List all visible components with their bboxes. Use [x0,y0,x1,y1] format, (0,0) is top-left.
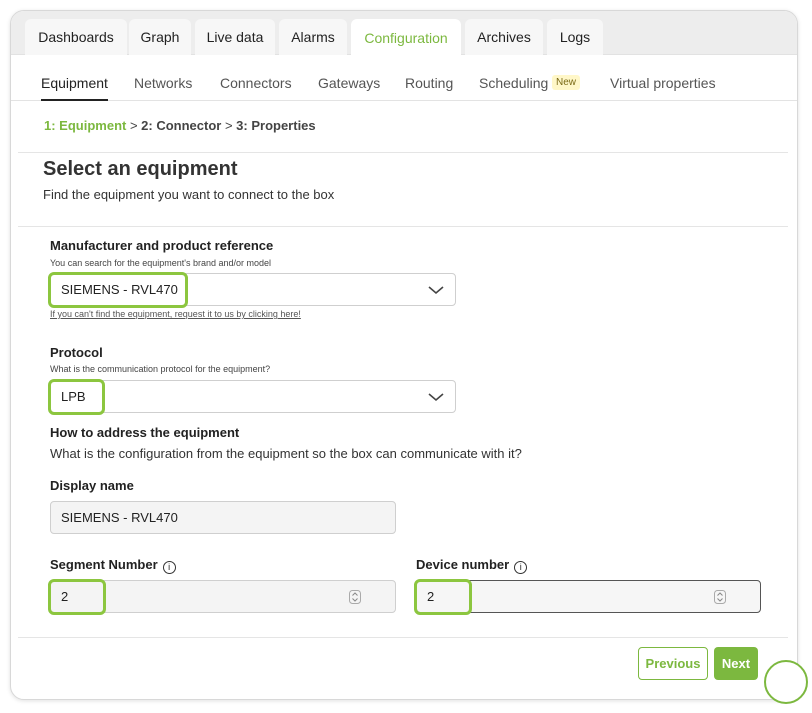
step-separator: > [126,118,142,133]
segment-number-label: Segment Number i [50,557,176,574]
segment-number-label-text: Segment Number [50,557,158,572]
previous-button[interactable]: Previous [638,647,708,680]
main-tab-bar: Dashboards Graph Live data Alarms Config… [11,11,797,56]
protocol-label: Protocol [50,345,103,360]
tab-graph[interactable]: Graph [129,19,191,55]
subnav-virtual-properties[interactable]: Virtual properties [610,75,716,91]
config-subnav: Equipment Networks Connectors Gateways R… [11,55,797,101]
divider [18,226,788,227]
step-equipment: 1: Equipment [44,118,127,133]
page-subtitle: Find the equipment you want to connect t… [43,187,335,202]
device-number-label: Device number i [416,557,528,574]
manufacturer-label: Manufacturer and product reference [50,238,274,253]
step-properties: 3: Properties [236,118,316,133]
chevron-down-icon [428,285,444,294]
wizard-steps: 1: Equipment > 2: Connector > 3: Propert… [44,118,316,133]
divider [18,637,788,638]
segment-number-input[interactable]: 2 [50,580,396,613]
info-icon[interactable]: i [162,561,176,574]
addressing-title: How to address the equipment [50,425,240,440]
step-separator: > [221,118,237,133]
tab-archives[interactable]: Archives [465,19,543,55]
device-number-input[interactable]: 2 [416,580,761,613]
stepper-icon[interactable] [349,589,361,604]
display-name-label: Display name [50,478,134,493]
stepper-icon[interactable] [714,589,726,604]
manufacturer-value: SIEMENS - RVL470 [61,282,178,297]
subnav-routing[interactable]: Routing [405,75,453,91]
tab-dashboards[interactable]: Dashboards [25,19,127,55]
page-title: Select an equipment [43,158,238,180]
tab-logs[interactable]: Logs [547,19,603,55]
subnav-scheduling[interactable]: Scheduling [479,75,548,91]
tab-alarms[interactable]: Alarms [279,19,347,55]
subnav-equipment[interactable]: Equipment [41,75,108,101]
next-button[interactable]: Next [714,647,758,680]
subnav-networks[interactable]: Networks [134,75,192,91]
protocol-hint: What is the communication protocol for t… [50,364,271,374]
divider [18,152,788,153]
request-equipment-link[interactable]: If you can't find the equipment, request… [50,309,301,319]
new-badge: New [552,75,581,90]
chat-bubble-icon[interactable] [764,660,808,704]
addressing-subtitle: What is the configuration from the equip… [50,446,522,461]
step-connector: 2: Connector [141,118,222,133]
info-icon[interactable]: i [514,561,528,574]
display-name-value: SIEMENS - RVL470 [61,510,178,525]
manufacturer-select[interactable]: SIEMENS - RVL470 [50,273,456,306]
subnav-gateways[interactable]: Gateways [318,75,380,91]
tab-live-data[interactable]: Live data [195,19,275,55]
manufacturer-hint: You can search for the equipment's brand… [50,258,272,268]
protocol-value: LPB [61,389,86,404]
protocol-select[interactable]: LPB [50,380,456,413]
device-number-label-text: Device number [416,557,510,572]
segment-number-value: 2 [61,589,69,604]
subnav-connectors[interactable]: Connectors [220,75,292,91]
tab-configuration[interactable]: Configuration [351,19,461,56]
display-name-input[interactable]: SIEMENS - RVL470 [50,501,396,534]
device-number-value: 2 [427,589,435,604]
chevron-down-icon [428,392,444,401]
